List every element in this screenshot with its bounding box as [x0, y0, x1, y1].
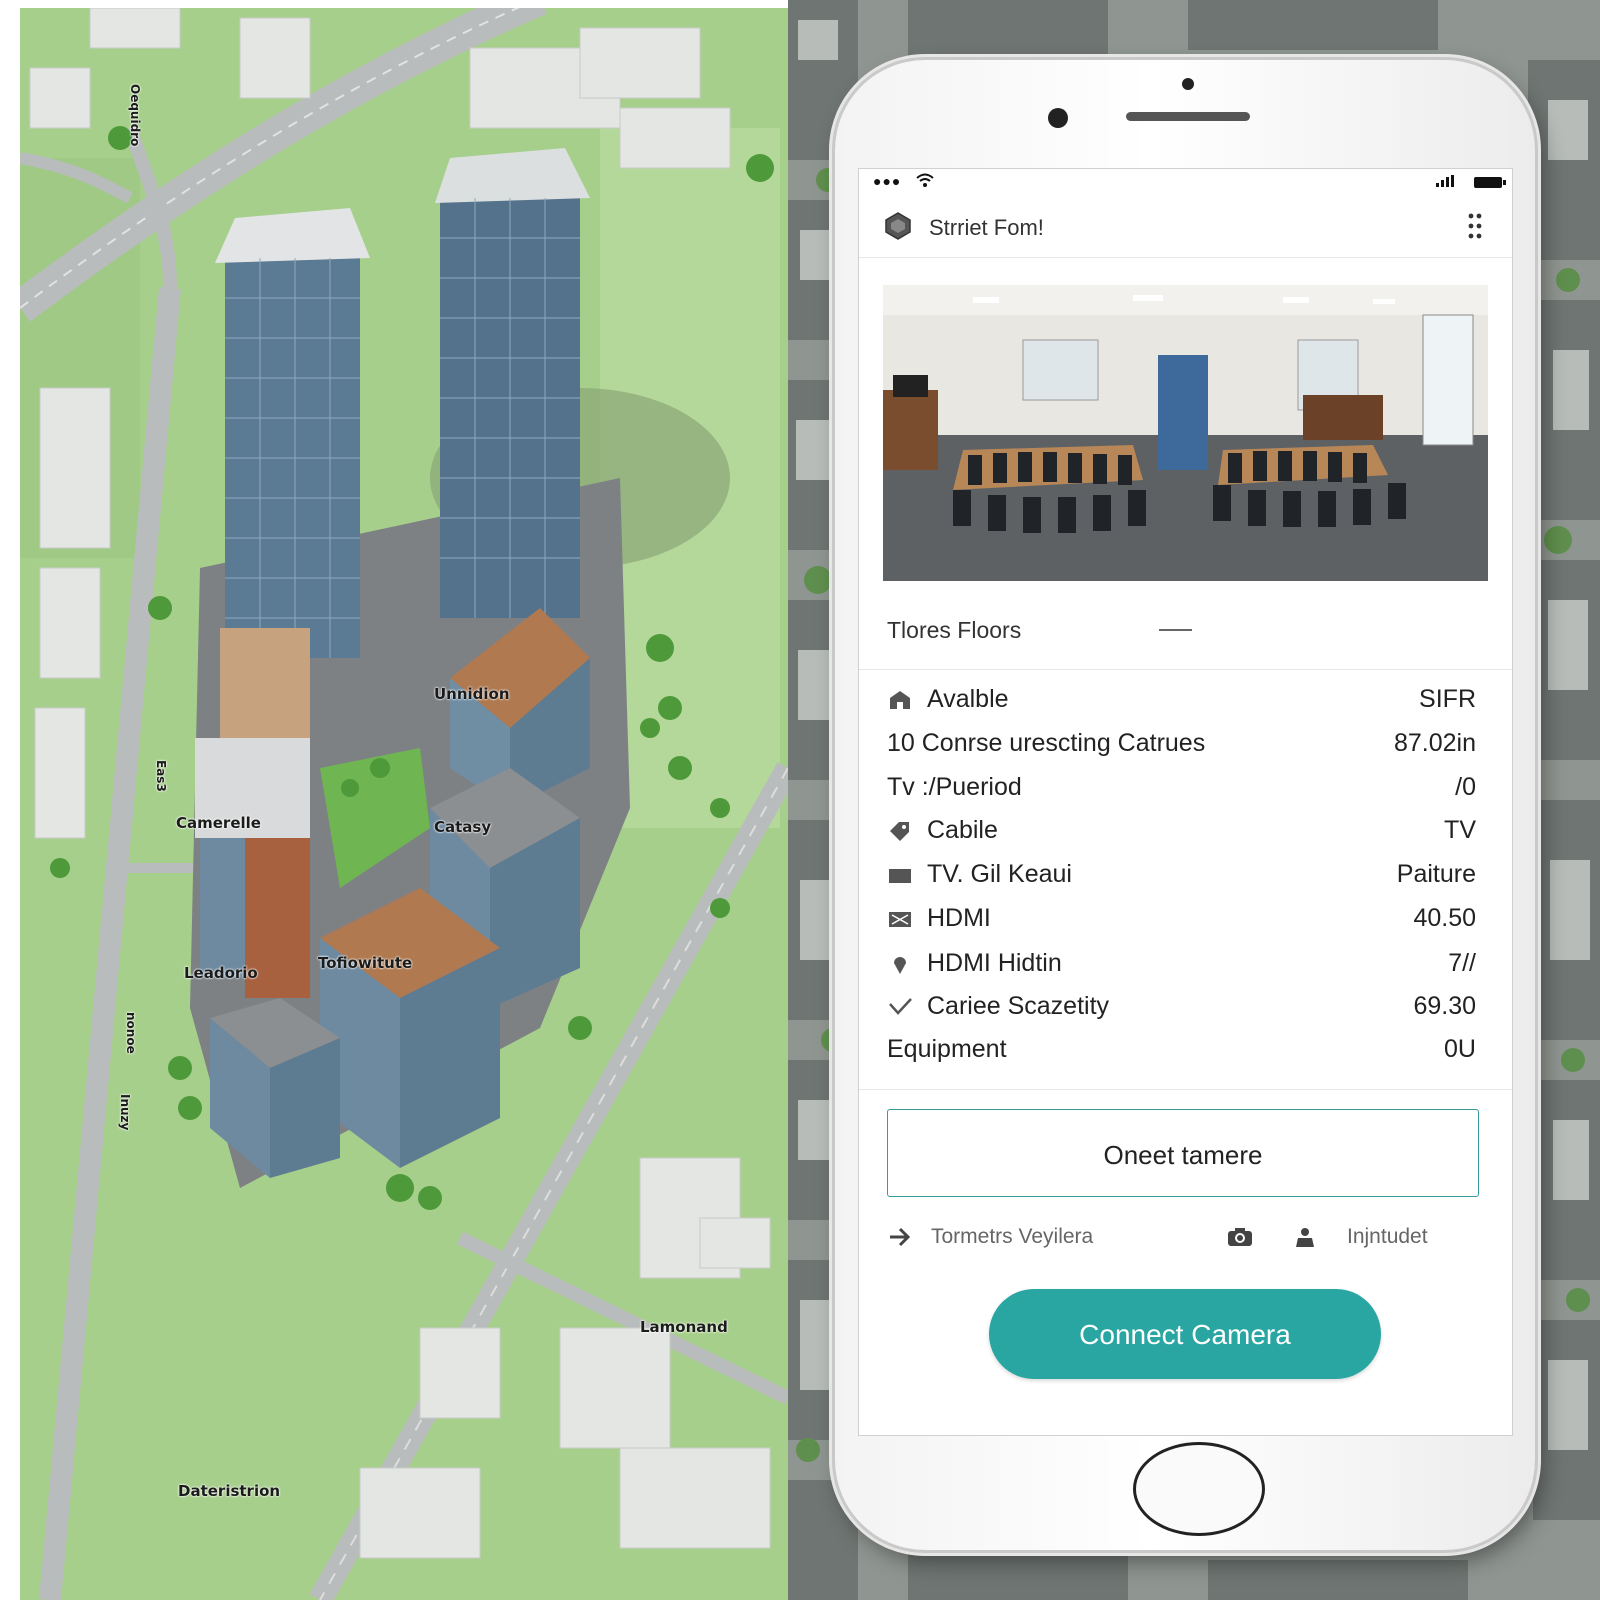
phone-speaker: [1126, 112, 1250, 121]
right-link[interactable]: Injntudet: [1347, 1225, 1428, 1249]
spec-list: Avalble SIFR 10 Conrse urescting Catrues…: [859, 669, 1512, 1090]
map-label-vertical-lower-2: Inuzy: [118, 1094, 132, 1131]
image-icon: [887, 907, 913, 931]
spec-label: TV. Gil Keaui: [927, 860, 1072, 888]
dots-grid-icon[interactable]: [1468, 213, 1482, 244]
spec-label: Tv :/Pueriod: [887, 773, 1022, 801]
camera-icon[interactable]: [1227, 1227, 1253, 1252]
phone-screen: ●●● Strriet Fom! Tlores Floors Avalble S…: [858, 168, 1513, 1436]
map-label-leadorio: Leadorio: [184, 964, 258, 982]
map-illustration: [20, 8, 788, 1600]
spec-label: Equipment: [887, 1035, 1007, 1063]
signal-dots-icon: ●●●: [873, 173, 902, 189]
tag-icon: [887, 819, 913, 843]
map-label-dateristrion: Dateristrion: [178, 1482, 281, 1500]
battery-icon: [1474, 177, 1506, 188]
map-label-building-top: Unnidion: [434, 685, 510, 703]
map-label-catasy: Catasy: [434, 818, 492, 836]
floors-label: Tlores Floors: [887, 617, 1022, 643]
spec-value: 0U: [1444, 1035, 1476, 1063]
spec-label: HDMI Hidtin: [927, 949, 1062, 977]
wifi-icon: [915, 172, 935, 193]
spec-label: Avalble: [927, 685, 1009, 713]
spec-value: Paiture: [1396, 860, 1476, 888]
spec-row: Avalble SIFR: [859, 679, 1512, 721]
person-lock-icon[interactable]: [1293, 1225, 1317, 1254]
hexagon-icon: [883, 211, 913, 246]
spec-label: Cariee Scazetity: [927, 992, 1110, 1020]
status-bar: ●●●: [859, 169, 1512, 199]
spec-value: 69.30: [1413, 992, 1476, 1020]
front-camera: [1048, 108, 1068, 128]
map-label-tofiowitute: Tofiowitute: [318, 954, 413, 972]
map-label-vertical-lower-1: nonoe: [124, 1012, 138, 1054]
spec-value: 7//: [1448, 949, 1476, 977]
home-button[interactable]: [1133, 1442, 1265, 1536]
spec-value: /0: [1455, 773, 1476, 801]
spec-row: HDMI Hidtin 7//: [859, 943, 1512, 985]
map-label-left-vertical: Eas3: [154, 760, 168, 792]
spec-row: Cariee Scazetity 69.30: [859, 986, 1512, 1028]
pin-icon: [887, 952, 913, 976]
spec-row: 10 Conrse urescting Catrues 87.02in: [859, 723, 1512, 765]
spec-row: HDMI 40.50: [859, 898, 1512, 940]
spec-label: 10 Conrse urescting Catrues: [887, 729, 1206, 757]
spec-label: Cabile: [927, 816, 998, 844]
spec-row: Tv :/Pueriod /0: [859, 767, 1512, 809]
map-label-lamonand: Lamonand: [640, 1318, 728, 1336]
tv-icon: [887, 863, 913, 887]
spec-value: 87.02in: [1393, 729, 1476, 757]
check-icon: [887, 995, 913, 1019]
arrow-right-icon: [887, 1225, 913, 1254]
spec-value: TV: [1444, 816, 1476, 844]
map-label-top-vertical: Oequidro: [128, 84, 142, 147]
spec-row: TV. Gil Keaui Paiture: [859, 854, 1512, 896]
home-icon: [887, 688, 913, 712]
left-link[interactable]: Tormetrs Veyilera: [931, 1225, 1093, 1249]
spec-row: Equipment 0U: [859, 1029, 1512, 1071]
floors-dash-indicator: [1159, 629, 1192, 631]
signal-strength-icon: [1434, 175, 1460, 190]
spec-label: HDMI: [927, 904, 991, 932]
connect-camera-button[interactable]: Connect Camera: [989, 1289, 1381, 1379]
phone-sensor-dot: [1182, 78, 1194, 90]
outline-action-button[interactable]: Oneet tamere: [887, 1109, 1479, 1197]
app-header: Strriet Fom!: [859, 199, 1512, 258]
link-row: Tormetrs Veyilera Injntudet: [859, 1219, 1512, 1259]
spec-row: Cabile TV: [859, 810, 1512, 852]
spec-value: SIFR: [1419, 685, 1476, 713]
spec-value: 40.50: [1413, 904, 1476, 932]
conference-room-photo[interactable]: [883, 285, 1488, 581]
aerial-map[interactable]: Oequidro Eas3 nonoe Inuzy Unnidion Camer…: [20, 8, 788, 1600]
map-label-camerelle: Camerelle: [176, 814, 261, 832]
floors-selector[interactable]: Tlores Floors: [859, 589, 1512, 670]
app-title: Strriet Fom!: [929, 215, 1044, 240]
